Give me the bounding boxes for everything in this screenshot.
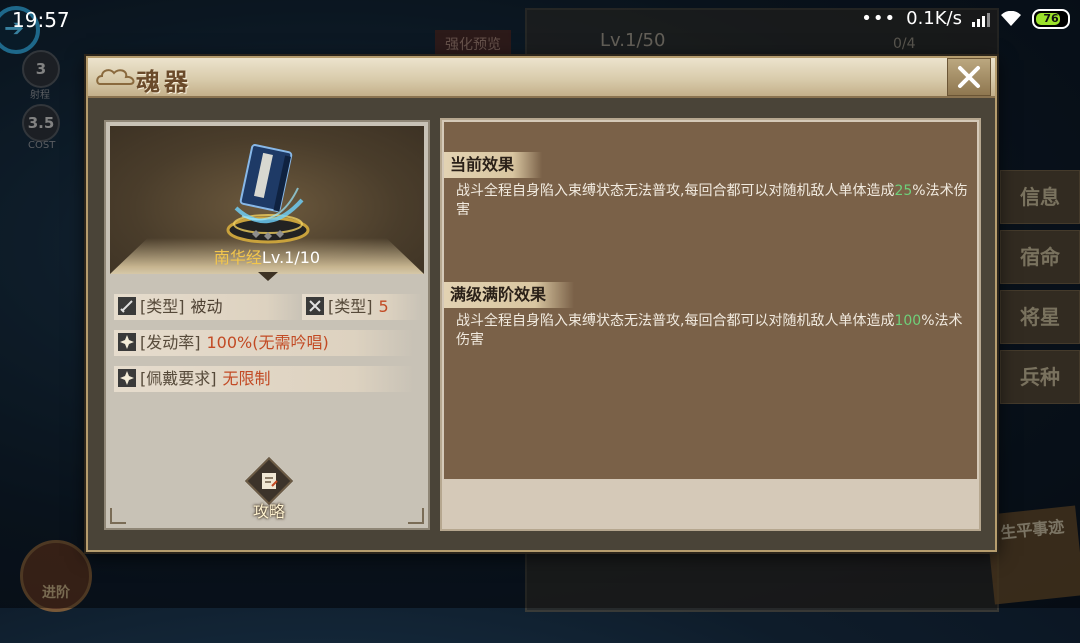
artifact-card: 南华经Lv.1/10 [类型] 被动 [类型] 5 [发动率] 100%(无需吟… — [104, 120, 430, 530]
effect-panel: 当前效果 战斗全程自身陷入束缚状态无法普攻,每回合都可以对随机敌人单体造成25%… — [440, 118, 981, 531]
artifact-name: 南华经 — [213, 248, 262, 267]
double-sword-icon — [306, 297, 324, 315]
network-speed: 0.1K/s — [906, 8, 962, 29]
current-effect-title: 当前效果 — [444, 152, 543, 178]
wifi-icon — [1001, 10, 1021, 26]
artifact-showcase: 南华经Lv.1/10 — [110, 126, 424, 274]
attr-type-row: [类型] 被动 — [114, 294, 304, 320]
max-effect-value: 100 — [894, 313, 922, 329]
attr-type2-label: [类型] — [328, 297, 373, 316]
burst-icon — [118, 369, 136, 387]
dialog-body: 南华经Lv.1/10 [类型] 被动 [类型] 5 [发动率] 100%(无需吟… — [102, 118, 981, 536]
max-effect-text: 战斗全程自身陷入束缚状态无法普攻,每回合都可以对随机敌人单体造成100%法术伤害 — [456, 312, 971, 350]
close-icon — [958, 66, 980, 88]
cloud-decoration-icon — [96, 69, 135, 85]
attr-equip-label: [佩戴要求] — [140, 369, 217, 388]
dialog-header: 魂器 — [88, 58, 995, 98]
max-effect-title: 满级满阶效果 — [444, 282, 575, 308]
status-icons: ••• 0.1K/s 76 — [861, 8, 1070, 29]
dialog-title: 魂器 — [136, 67, 192, 96]
corner-decoration — [110, 508, 126, 524]
status-bar: 19:57 ••• 0.1K/s 76 — [0, 0, 1080, 44]
attr-equip-value: 无限制 — [222, 369, 271, 388]
book-artifact-icon — [226, 144, 310, 244]
attr-type-value: 被动 — [190, 297, 223, 316]
guide-label: 攻略 — [252, 502, 285, 521]
signal-icon — [972, 11, 990, 27]
attr-trigger-row: [发动率] 100%(无需吟唱) — [114, 330, 414, 356]
close-button[interactable] — [947, 58, 991, 96]
status-time: 19:57 — [12, 8, 70, 32]
current-effect-value: 25 — [894, 183, 913, 199]
sword-icon — [118, 297, 136, 315]
attr-trigger-label: [发动率] — [140, 333, 201, 352]
attr-equip-row: [佩戴要求] 无限制 — [114, 366, 414, 392]
battery-level: 76 — [1043, 11, 1059, 25]
more-dots-icon: ••• — [861, 8, 897, 29]
artifact-level: Lv.1/10 — [261, 248, 321, 267]
max-effect-desc: 战斗全程自身陷入束缚状态无法普攻,每回合都可以对随机敌人单体造成 — [456, 313, 895, 329]
attr-type2-row: [类型] 5 — [302, 294, 422, 320]
attr-type-label: [类型] — [140, 297, 185, 316]
corner-decoration — [408, 508, 424, 524]
burst-icon — [118, 333, 136, 351]
attr-trigger-value: 100%(无需吟唱) — [206, 333, 329, 352]
current-effect-desc: 战斗全程自身陷入束缚状态无法普攻,每回合都可以对随机敌人单体造成 — [456, 183, 895, 199]
battery-icon: 76 — [1032, 8, 1070, 29]
effect-panel-inner: 当前效果 战斗全程自身陷入束缚状态无法普攻,每回合都可以对随机敌人单体造成25%… — [444, 122, 977, 479]
current-effect-text: 战斗全程自身陷入束缚状态无法普攻,每回合都可以对随机敌人单体造成25%法术伤害 — [456, 182, 971, 220]
artifact-name-row: 南华经Lv.1/10 — [110, 244, 424, 268]
guide-button[interactable]: 攻略 — [241, 456, 297, 521]
pencil-note-icon — [262, 473, 278, 489]
soul-artifact-dialog: 魂器 南华经Lv.1/10 [类型] 被动 [类型] 5 [发动率] 100%(… — [86, 56, 997, 552]
pointer-triangle — [258, 272, 278, 281]
attr-type2-value: 5 — [378, 297, 389, 316]
